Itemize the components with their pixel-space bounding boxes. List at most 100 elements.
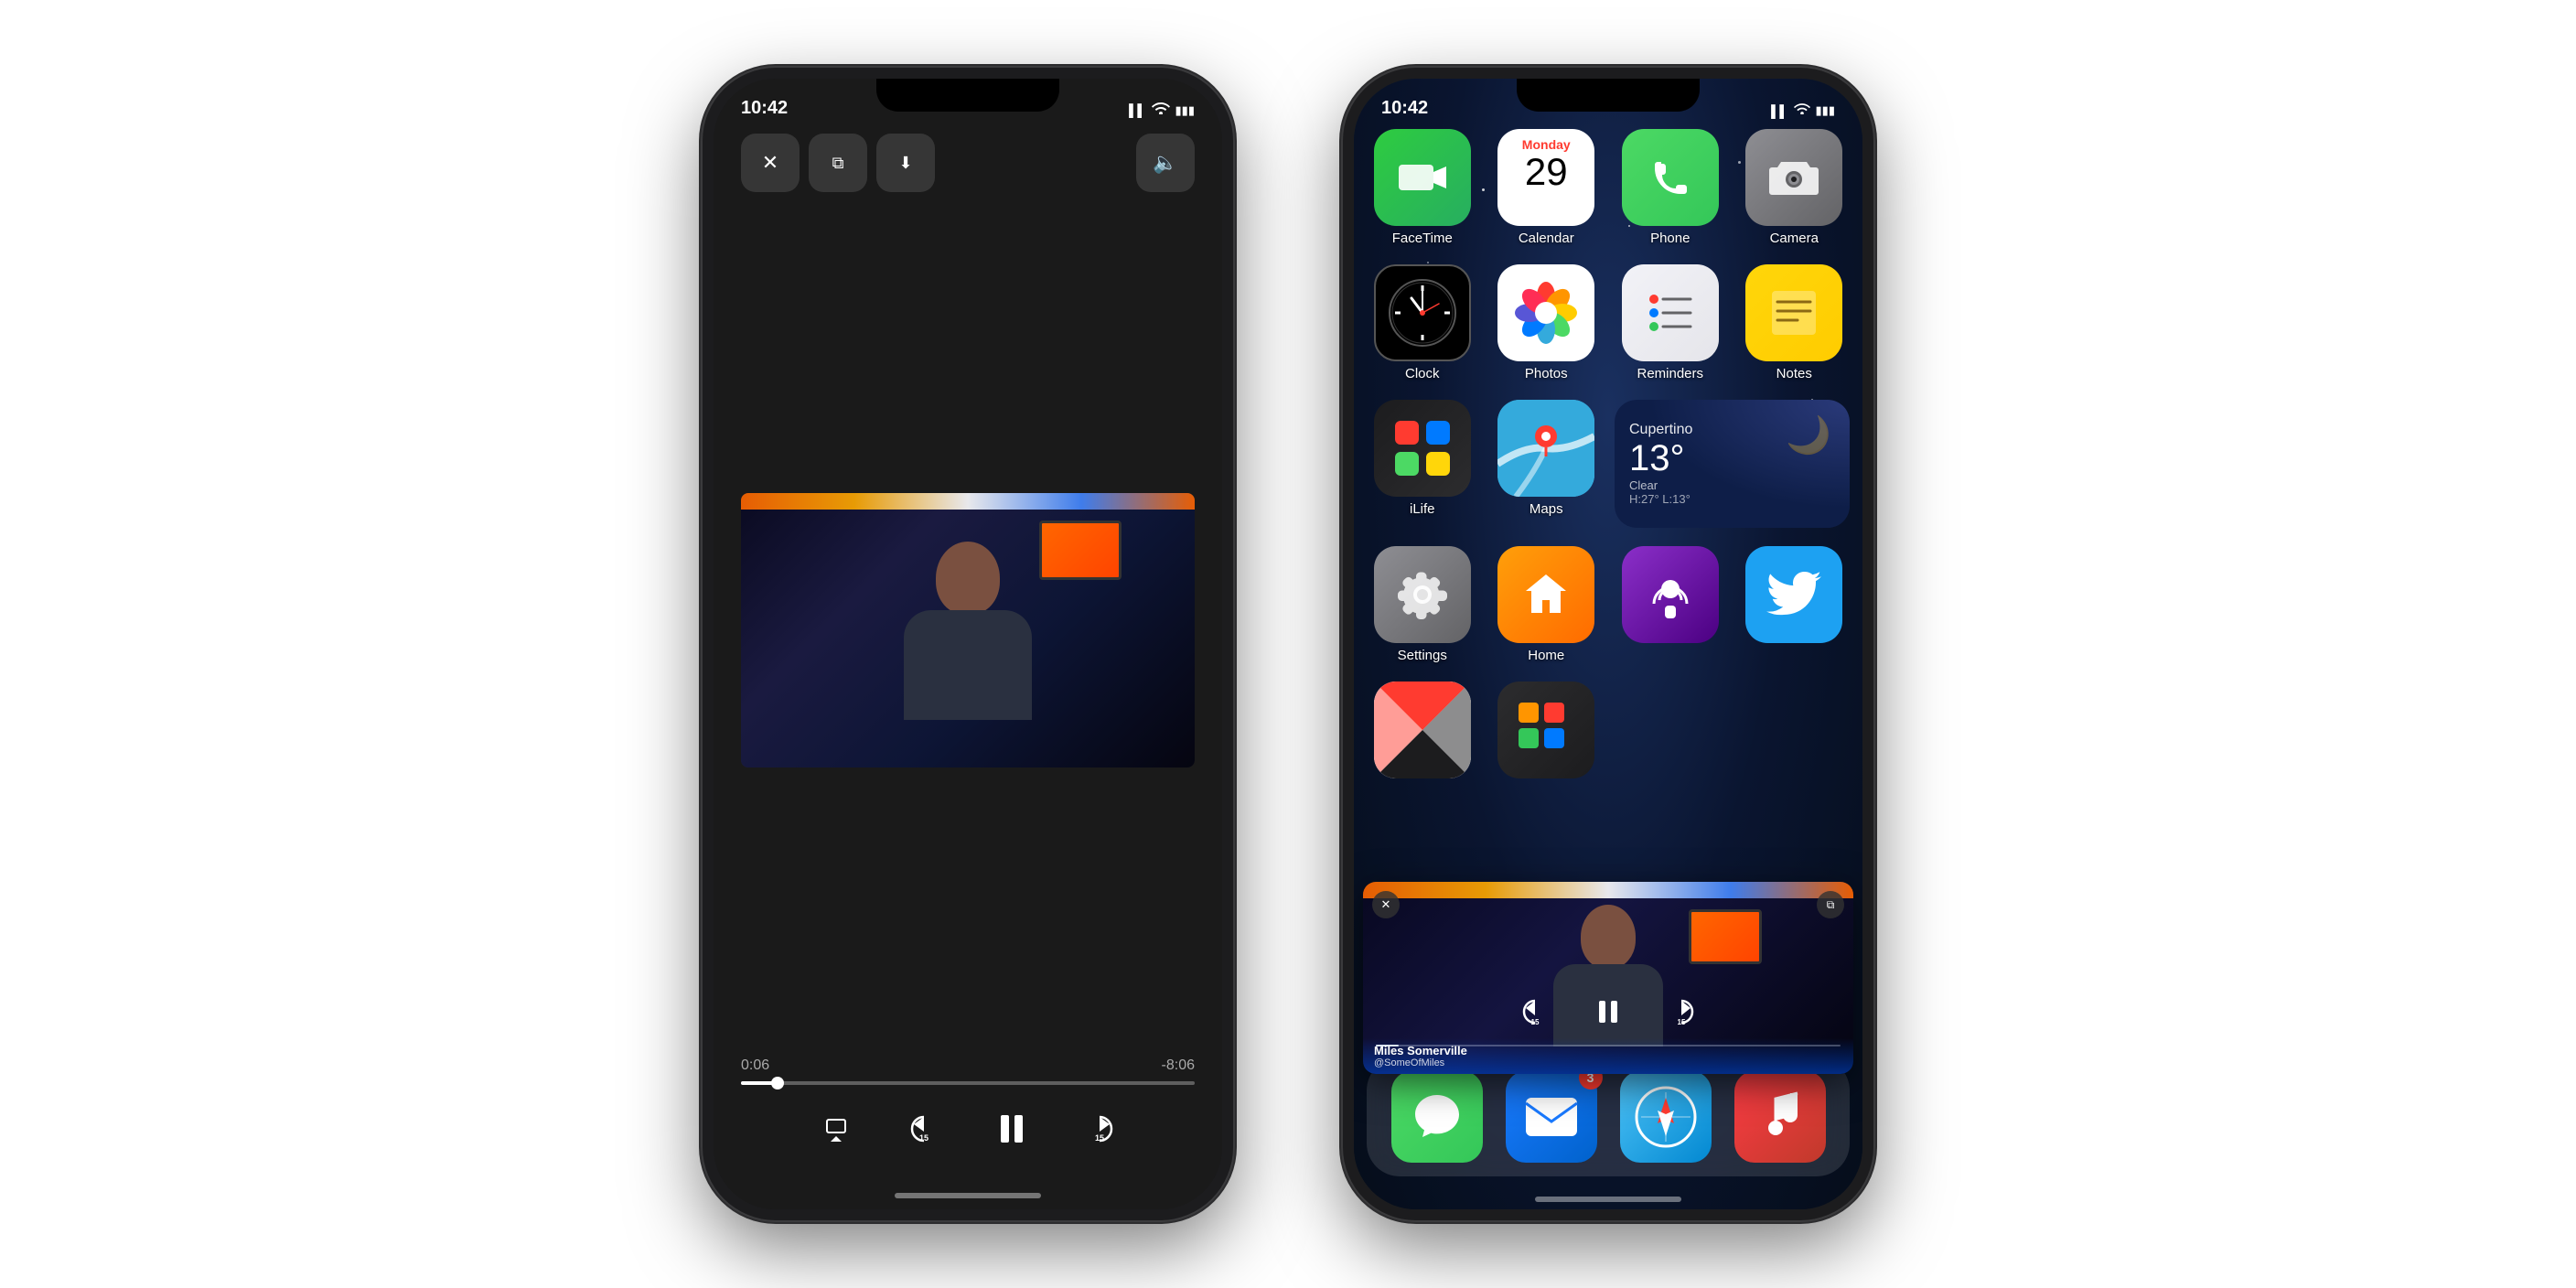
maps-icon: [1497, 400, 1594, 497]
airplay-button[interactable]: [810, 1103, 862, 1154]
notch: [876, 79, 1059, 112]
close-button[interactable]: ✕: [741, 134, 800, 192]
photos-label: Photos: [1525, 366, 1568, 381]
dock-mail[interactable]: 3: [1506, 1071, 1597, 1163]
photos-icon: [1497, 264, 1594, 361]
volume-button[interactable]: 🔈: [1136, 134, 1195, 192]
app-news[interactable]: [1367, 682, 1478, 783]
right-dock: 3: [1367, 1057, 1850, 1176]
wifi-icon: [1152, 102, 1170, 119]
home-label: Home: [1528, 648, 1564, 663]
skip-forward-button[interactable]: 15: [1074, 1103, 1125, 1154]
app-grid[interactable]: [1491, 682, 1603, 783]
pip-scene: ✕ ⧉ 15: [1363, 882, 1853, 1074]
pause-button[interactable]: [986, 1103, 1037, 1154]
phone-label: Phone: [1650, 231, 1690, 246]
skip-back-button[interactable]: 15: [898, 1103, 950, 1154]
pip-close-btn[interactable]: ✕: [1372, 891, 1400, 918]
app-home[interactable]: Home: [1491, 546, 1603, 663]
status-icons-right: ▌▌ ▮▮▮: [1771, 102, 1835, 119]
svg-text:15: 15: [919, 1133, 928, 1143]
weather-city: Cupertino: [1629, 422, 1835, 438]
home-indicator-left: [895, 1193, 1041, 1198]
weather-widget[interactable]: 🌙 Cupertino 13° Clear H:27° L:13°: [1615, 400, 1850, 528]
pip-skip-fwd[interactable]: 15: [1665, 995, 1698, 1028]
app-camera[interactable]: Camera: [1739, 129, 1851, 246]
wifi-icon-right: [1794, 102, 1810, 119]
home-grid: FaceTime Monday 29 Calendar Phone: [1367, 129, 1850, 783]
progress-track[interactable]: [741, 1081, 1195, 1085]
close-icon: ✕: [762, 151, 778, 175]
app-photos[interactable]: Photos: [1491, 264, 1603, 381]
camera-icon: [1745, 129, 1842, 226]
phone-icon: [1622, 129, 1719, 226]
svg-text:15: 15: [1095, 1133, 1104, 1143]
ilife-label: iLife: [1410, 501, 1435, 517]
signal-icon: ▌▌: [1129, 103, 1145, 117]
signal-icon-right: ▌▌: [1771, 104, 1787, 118]
pip-icon: ⧉: [832, 154, 844, 173]
home-indicator-right: [1535, 1197, 1681, 1202]
weather-box: 🌙 Cupertino 13° Clear H:27° L:13°: [1615, 400, 1850, 528]
app-phone[interactable]: Phone: [1615, 129, 1726, 246]
calendar-icon: Monday 29: [1497, 129, 1594, 226]
download-button[interactable]: ⬇: [876, 134, 935, 192]
app-facetime[interactable]: FaceTime: [1367, 129, 1478, 246]
right-phone: 10:42 ▌▌ ▮▮▮: [1343, 68, 1873, 1220]
video-scene: [741, 493, 1195, 767]
app-calendar[interactable]: Monday 29 Calendar: [1491, 129, 1603, 246]
app-maps[interactable]: Maps: [1491, 400, 1603, 528]
calendar-label: Calendar: [1519, 231, 1574, 246]
app-clock[interactable]: Clock: [1367, 264, 1478, 381]
video-main: [741, 493, 1195, 767]
dock-music[interactable]: [1734, 1071, 1826, 1163]
time-left: 10:42: [741, 98, 788, 119]
app-twitter[interactable]: [1739, 546, 1851, 663]
podcast-icon: [1622, 546, 1719, 643]
camera-label: Camera: [1770, 231, 1819, 246]
notes-icon: [1745, 264, 1842, 361]
time-right: 10:42: [1381, 98, 1428, 119]
news-icon: [1374, 682, 1471, 778]
clock-label: Clock: [1405, 366, 1440, 381]
settings-label: Settings: [1398, 648, 1447, 663]
clock-icon: [1374, 264, 1471, 361]
pip-button[interactable]: ⧉: [809, 134, 867, 192]
weather-temp: 13°: [1629, 438, 1835, 478]
pip-person-name: Miles Somerville: [1374, 1044, 1842, 1057]
video-controls-top: ✕ ⧉ ⬇ 🔈: [714, 134, 1222, 192]
app-settings[interactable]: Settings: [1367, 546, 1478, 663]
reminders-label: Reminders: [1637, 366, 1703, 381]
current-time: 0:06: [741, 1057, 769, 1074]
app-notes[interactable]: Notes: [1739, 264, 1851, 381]
volume-icon: 🔈: [1153, 151, 1177, 175]
app-reminders[interactable]: Reminders: [1615, 264, 1726, 381]
progress-dot: [771, 1077, 784, 1089]
notch-right: [1517, 79, 1700, 112]
pip-overlay-right: ✕ ⧉ 15: [1363, 882, 1853, 1074]
pip-name-bar: Miles Somerville @SomeOfMiles: [1363, 1038, 1853, 1074]
ctrl-group-left: ✕ ⧉ ⬇: [741, 134, 935, 192]
progress-times: 0:06 -8:06: [741, 1057, 1195, 1074]
grid-icon: [1497, 682, 1594, 778]
dock-messages[interactable]: [1391, 1071, 1483, 1163]
pip-person-handle: @SomeOfMiles: [1374, 1057, 1842, 1068]
pip-skip-fwd-num: 15: [1678, 1018, 1686, 1026]
pip-expand-btn[interactable]: ⧉: [1817, 891, 1844, 918]
weather-condition: Clear: [1629, 478, 1835, 492]
app-ilife[interactable]: iLife: [1367, 400, 1478, 528]
pip-skip-back[interactable]: 15: [1519, 995, 1551, 1028]
weather-hilo: H:27° L:13°: [1629, 492, 1835, 506]
video-player-screen: ✕ ⧉ ⬇ 🔈: [714, 79, 1222, 1209]
remaining-time: -8:06: [1162, 1057, 1195, 1074]
left-phone-screen: 10:42 ▌▌ ▮▮▮ ✕: [714, 79, 1222, 1209]
dock-safari[interactable]: [1620, 1071, 1712, 1163]
battery-icon-right: ▮▮▮: [1816, 103, 1835, 118]
twitter-icon: [1745, 546, 1842, 643]
phones-container: 10:42 ▌▌ ▮▮▮ ✕: [0, 0, 2576, 1288]
app-podcast[interactable]: [1615, 546, 1726, 663]
right-phone-screen: 10:42 ▌▌ ▮▮▮: [1354, 79, 1862, 1209]
ilife-icon: [1374, 400, 1471, 497]
pip-pause-btn[interactable]: [1592, 995, 1625, 1028]
pip-skip-back-num: 15: [1531, 1018, 1540, 1026]
